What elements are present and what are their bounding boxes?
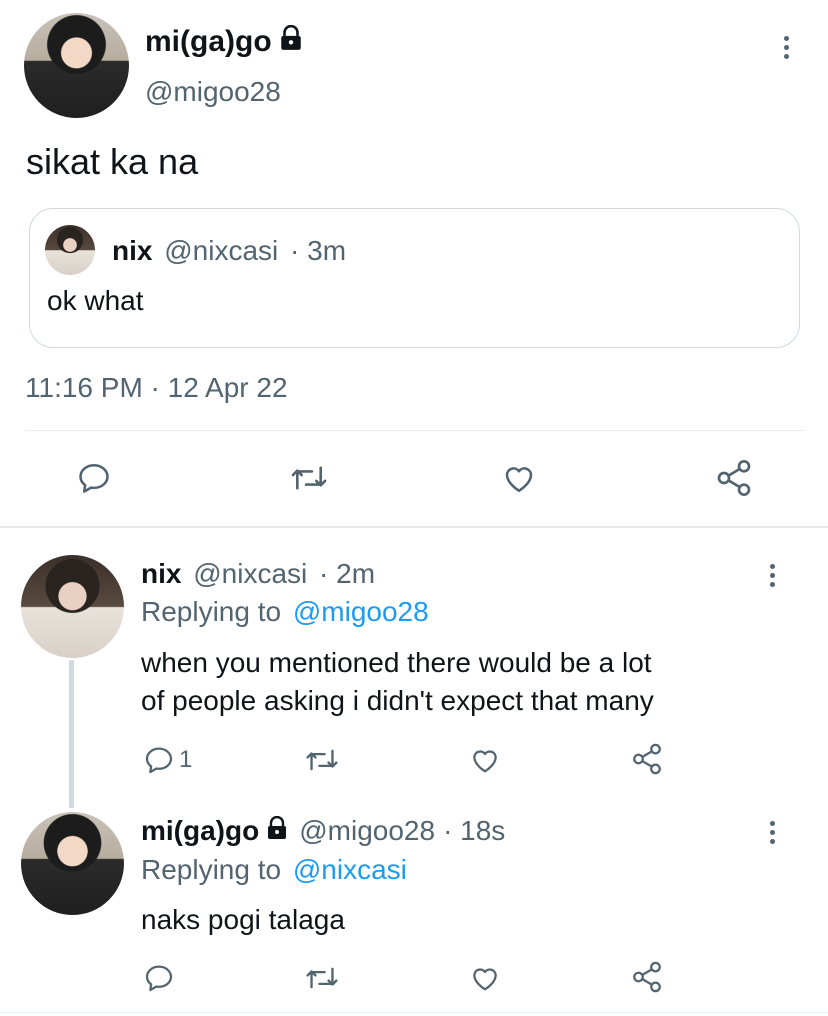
divider <box>25 430 804 431</box>
replying-to-link[interactable]: @nixcasi <box>293 854 407 885</box>
quoted-text: ok what <box>47 285 144 316</box>
speech-bubble-icon <box>145 965 173 992</box>
retweet-arrows-icon <box>291 466 327 490</box>
speech-bubble-icon <box>145 747 173 774</box>
author-avatar[interactable] <box>24 13 129 118</box>
author-name[interactable]: mi(ga)go <box>145 24 272 60</box>
reply-author-handle[interactable]: @migoo28 <box>299 813 435 849</box>
like-button[interactable] <box>500 460 538 496</box>
quoted-time: · 3m <box>290 235 347 266</box>
like-button[interactable] <box>468 744 502 776</box>
thread-connector-line <box>69 660 74 808</box>
quoted-avatar <box>45 225 95 275</box>
reply-text: naks pogi talaga <box>141 904 345 935</box>
quoted-author-handle: @nixcasi <box>164 235 279 266</box>
author-handle[interactable]: @migoo28 <box>145 74 281 110</box>
more-options-icon[interactable] <box>776 27 796 67</box>
share-nodes-icon <box>633 961 661 993</box>
tweet-timestamp[interactable]: 11:16 PM · 12 Apr 22 <box>25 370 288 406</box>
retweet-button[interactable] <box>305 744 339 776</box>
speech-bubble-icon <box>79 463 109 493</box>
reply-count: 1 <box>179 746 193 773</box>
bottom-divider <box>0 1012 828 1013</box>
reply-text-line: of people asking i didn't expect that ma… <box>141 685 654 716</box>
reply-button[interactable] <box>76 460 112 496</box>
reply-button[interactable]: 1 <box>143 744 192 776</box>
share-button[interactable] <box>714 458 754 498</box>
retweet-arrows-icon <box>306 967 338 989</box>
section-divider <box>0 526 828 528</box>
share-nodes-icon <box>633 743 661 775</box>
tweet-text: sikat ka na <box>26 141 199 182</box>
retweet-button[interactable] <box>290 460 328 496</box>
reply-button[interactable] <box>143 962 175 994</box>
more-options-icon[interactable] <box>762 555 782 595</box>
share-button[interactable] <box>630 960 664 994</box>
more-options-icon[interactable] <box>762 812 782 852</box>
quoted-author-name: nix <box>112 235 153 266</box>
heart-icon <box>473 750 497 773</box>
replying-to-label: Replying to <box>141 854 282 885</box>
share-button[interactable] <box>630 742 664 776</box>
replying-to-label: Replying to <box>141 596 282 627</box>
like-button[interactable] <box>468 962 502 994</box>
share-nodes-icon <box>717 460 751 496</box>
heart-icon <box>473 968 497 991</box>
reply-author-name[interactable]: nix <box>141 558 181 589</box>
reply-text-line: when you mentioned there would be a lot <box>141 647 652 678</box>
reply-time: · 18s <box>443 815 506 846</box>
reply-author-handle[interactable]: @nixcasi <box>193 558 307 589</box>
heart-icon <box>505 467 533 493</box>
replying-to-link[interactable]: @migoo28 <box>293 596 429 627</box>
quoted-tweet[interactable]: nix @nixcasi · 3m ok what <box>29 208 800 348</box>
reply-author-name[interactable]: mi(ga)go <box>141 813 259 849</box>
reply-avatar[interactable] <box>21 812 124 915</box>
lock-icon <box>265 813 289 849</box>
reply-time: · 2m <box>319 558 376 589</box>
retweet-button[interactable] <box>305 962 339 994</box>
lock-icon <box>278 24 304 60</box>
retweet-arrows-icon <box>306 749 338 771</box>
reply-avatar[interactable] <box>21 555 124 658</box>
